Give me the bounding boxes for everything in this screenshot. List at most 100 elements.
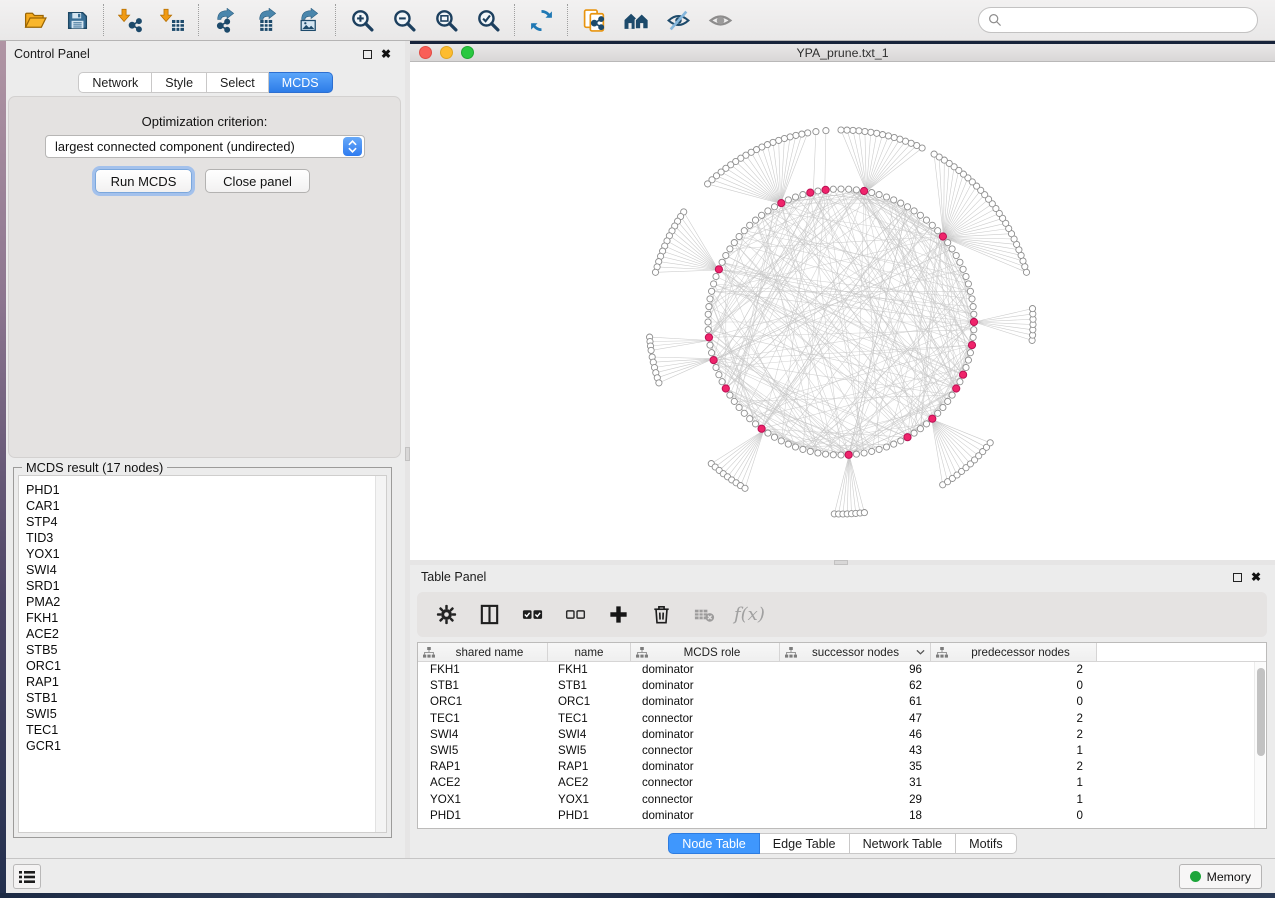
network-canvas[interactable] bbox=[410, 62, 1275, 560]
cell-shared-name[interactable]: RAP1 bbox=[418, 759, 548, 775]
network-node[interactable] bbox=[752, 421, 758, 427]
optimization-criterion-select[interactable]: largest connected component (undirected) bbox=[45, 135, 365, 158]
tab-edge-table[interactable]: Edge Table bbox=[760, 833, 850, 854]
cell-name[interactable]: TEC1 bbox=[548, 711, 631, 727]
network-node[interactable] bbox=[917, 212, 923, 218]
network-node[interactable] bbox=[800, 446, 806, 452]
result-node-item[interactable]: SWI4 bbox=[26, 562, 386, 578]
network-node[interactable] bbox=[891, 441, 897, 447]
cell-MCDS-role[interactable]: connector bbox=[631, 711, 780, 727]
network-node[interactable] bbox=[747, 222, 753, 228]
cell-name[interactable]: ORC1 bbox=[548, 694, 631, 710]
cell-successor-nodes[interactable]: 61 bbox=[780, 694, 931, 710]
network-node[interactable] bbox=[971, 311, 977, 317]
export-image-button[interactable] bbox=[292, 5, 326, 35]
save-session-button[interactable] bbox=[60, 5, 94, 35]
network-node[interactable] bbox=[652, 269, 658, 275]
column-header-shared-name[interactable]: shared name bbox=[418, 643, 548, 661]
network-node[interactable] bbox=[861, 510, 867, 516]
network-node[interactable] bbox=[931, 151, 937, 157]
network-node[interactable] bbox=[736, 233, 742, 239]
network-node[interactable] bbox=[838, 186, 844, 192]
network-node[interactable] bbox=[778, 438, 784, 444]
cell-successor-nodes[interactable]: 29 bbox=[780, 792, 931, 808]
close-panel-button[interactable]: Close panel bbox=[205, 169, 310, 193]
network-node[interactable] bbox=[957, 379, 963, 385]
task-history-button[interactable] bbox=[13, 864, 41, 889]
mcds-node[interactable] bbox=[968, 342, 975, 349]
cell-MCDS-role[interactable]: connector bbox=[631, 792, 780, 808]
cell-MCDS-role[interactable]: dominator bbox=[631, 727, 780, 743]
network-node[interactable] bbox=[752, 217, 758, 223]
cell-successor-nodes[interactable]: 31 bbox=[780, 775, 931, 791]
network-node[interactable] bbox=[1023, 269, 1029, 275]
cell-shared-name[interactable]: ORC1 bbox=[418, 694, 548, 710]
network-node[interactable] bbox=[793, 132, 799, 138]
network-node[interactable] bbox=[707, 342, 713, 348]
mcds-node[interactable] bbox=[904, 434, 911, 441]
cell-successor-nodes[interactable]: 47 bbox=[780, 711, 931, 727]
search-box[interactable] bbox=[978, 7, 1258, 33]
cell-predecessor-nodes[interactable]: 0 bbox=[931, 678, 1097, 694]
network-node[interactable] bbox=[838, 452, 844, 458]
network-node[interactable] bbox=[741, 228, 747, 234]
cell-predecessor-nodes[interactable]: 2 bbox=[931, 727, 1097, 743]
network-node[interactable] bbox=[911, 430, 917, 436]
network-node[interactable] bbox=[719, 379, 725, 385]
result-node-item[interactable]: STB5 bbox=[26, 642, 386, 658]
network-node[interactable] bbox=[792, 444, 798, 450]
cell-predecessor-nodes[interactable]: 2 bbox=[931, 711, 1097, 727]
table-row[interactable]: ACE2ACE2connector311 bbox=[418, 775, 1266, 791]
network-node[interactable] bbox=[862, 128, 868, 134]
network-node[interactable] bbox=[741, 410, 747, 416]
cell-predecessor-nodes[interactable]: 0 bbox=[931, 808, 1097, 824]
network-node[interactable] bbox=[971, 327, 977, 333]
network-node[interactable] bbox=[874, 130, 880, 136]
mcds-node[interactable] bbox=[861, 187, 868, 194]
result-node-item[interactable]: ORC1 bbox=[26, 658, 386, 674]
cell-successor-nodes[interactable]: 96 bbox=[780, 662, 931, 678]
network-node[interactable] bbox=[949, 246, 955, 252]
mcds-node[interactable] bbox=[845, 451, 852, 458]
zoom-out-button[interactable] bbox=[387, 5, 421, 35]
network-node[interactable] bbox=[807, 448, 813, 454]
network-node[interactable] bbox=[911, 208, 917, 214]
cell-predecessor-nodes[interactable]: 1 bbox=[931, 775, 1097, 791]
network-node[interactable] bbox=[823, 451, 829, 457]
network-node[interactable] bbox=[705, 311, 711, 317]
table-row[interactable]: SWI4SWI4dominator462 bbox=[418, 727, 1266, 743]
network-node[interactable] bbox=[929, 222, 935, 228]
delete-columns-button[interactable] bbox=[648, 602, 674, 628]
cell-successor-nodes[interactable]: 43 bbox=[780, 743, 931, 759]
cell-shared-name[interactable]: STB1 bbox=[418, 678, 548, 694]
network-node[interactable] bbox=[967, 350, 973, 356]
table-row[interactable]: PHD1PHD1dominator180 bbox=[418, 808, 1266, 824]
tab-network[interactable]: Network bbox=[78, 72, 152, 93]
cell-shared-name[interactable]: SWI4 bbox=[418, 727, 548, 743]
mcds-node[interactable] bbox=[722, 385, 729, 392]
network-node[interactable] bbox=[799, 131, 805, 137]
cell-name[interactable]: YOX1 bbox=[548, 792, 631, 808]
column-browser-button[interactable] bbox=[476, 602, 502, 628]
mcds-node[interactable] bbox=[710, 357, 717, 364]
network-node[interactable] bbox=[904, 204, 910, 210]
network-node[interactable] bbox=[719, 259, 725, 265]
network-node[interactable] bbox=[970, 304, 976, 310]
column-header-MCDS-role[interactable]: MCDS role bbox=[631, 643, 780, 661]
birds-eye-view-button[interactable] bbox=[703, 5, 737, 35]
network-node[interactable] bbox=[765, 208, 771, 214]
share-network-document-button[interactable] bbox=[577, 5, 611, 35]
export-table-button[interactable] bbox=[250, 5, 284, 35]
result-node-item[interactable]: STP4 bbox=[26, 514, 386, 530]
cell-shared-name[interactable]: FKH1 bbox=[418, 662, 548, 678]
open-file-button[interactable] bbox=[18, 5, 52, 35]
network-overview-button[interactable] bbox=[619, 5, 653, 35]
cell-MCDS-role[interactable]: dominator bbox=[631, 694, 780, 710]
mcds-node[interactable] bbox=[705, 334, 712, 341]
network-node[interactable] bbox=[736, 404, 742, 410]
float-panel-icon[interactable] bbox=[1233, 573, 1242, 582]
network-node[interactable] bbox=[923, 217, 929, 223]
result-node-item[interactable]: PHD1 bbox=[26, 482, 386, 498]
cell-name[interactable]: ACE2 bbox=[548, 775, 631, 791]
network-node[interactable] bbox=[846, 186, 852, 192]
